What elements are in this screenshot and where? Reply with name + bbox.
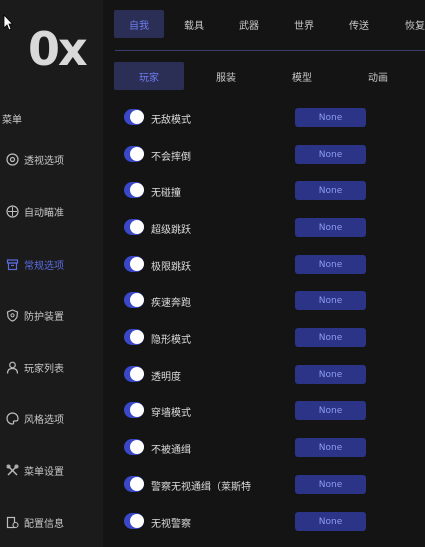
config-icon — [5, 515, 19, 529]
tab-self[interactable]: 自我 — [114, 10, 164, 38]
toggle-switch[interactable] — [124, 366, 144, 382]
option-label: 不会摔倒 — [151, 152, 191, 163]
tools-icon — [5, 463, 19, 477]
toggle-switch[interactable] — [124, 146, 144, 162]
user-icon — [5, 360, 19, 374]
hotkey-select[interactable]: None — [295, 365, 366, 384]
sidebar-item-config[interactable]: 配置信息 — [0, 507, 103, 537]
sidebar-title: 菜单 — [2, 115, 22, 126]
toggle-switch[interactable] — [124, 439, 144, 455]
toggle-switch[interactable] — [124, 292, 144, 308]
sidebar-item-general[interactable]: 常规选项 — [0, 249, 103, 279]
crosshair-icon — [5, 204, 19, 218]
sidebar-item-esp[interactable]: 透视选项 — [0, 144, 103, 174]
option-label: 穿墙模式 — [151, 408, 191, 419]
sidebar-item-protection[interactable]: 防护装置 — [0, 300, 103, 330]
toggle-switch[interactable] — [124, 109, 144, 125]
hotkey-select[interactable]: None — [295, 328, 366, 347]
hotkey-select[interactable]: None — [295, 145, 366, 164]
option-label: 无碰撞 — [151, 188, 181, 199]
option-row: 极限跳跃 None — [103, 254, 425, 276]
tab-vehicle[interactable]: 载具 — [169, 10, 219, 38]
toggle-switch[interactable] — [124, 256, 144, 272]
eye-icon — [5, 152, 19, 166]
option-label: 隐形模式 — [151, 335, 191, 346]
option-label: 极限跳跃 — [151, 262, 191, 273]
main-panel: 自我 载具 武器 世界 传送 恢复 玩家 服装 模型 动画 无敌模式 None … — [103, 0, 425, 547]
sidebar-item-label: 玩家列表 — [24, 363, 64, 375]
subtab-model[interactable]: 模型 — [267, 62, 337, 90]
toggle-switch[interactable] — [124, 513, 144, 529]
toggle-switch[interactable] — [124, 402, 144, 418]
option-row: 疾速奔跑 None — [103, 290, 425, 312]
archive-icon — [5, 257, 19, 271]
tab-teleport[interactable]: 传送 — [334, 10, 384, 38]
subtab-outfit[interactable]: 服装 — [191, 62, 261, 90]
sidebar-item-label: 风格选项 — [24, 414, 64, 426]
option-label: 不被通缉 — [151, 445, 191, 456]
hotkey-select[interactable]: None — [295, 218, 366, 237]
option-label: 透明度 — [151, 372, 181, 383]
hotkey-select[interactable]: None — [295, 291, 366, 310]
sidebar: 0x 菜单 透视选项 自动瞄准 常规选项 防护装置 玩家列表 风格选项 菜单设置… — [0, 0, 103, 547]
option-row: 穿墙模式 None — [103, 400, 425, 422]
hotkey-select[interactable]: None — [295, 181, 366, 200]
hotkey-select[interactable]: None — [295, 401, 366, 420]
option-row: 不被通缉 None — [103, 437, 425, 459]
sidebar-item-label: 防护装置 — [24, 311, 64, 323]
hotkey-select[interactable]: None — [295, 438, 366, 457]
option-row: 透明度 None — [103, 364, 425, 386]
sidebar-item-aimbot[interactable]: 自动瞄准 — [0, 196, 103, 226]
tab-world[interactable]: 世界 — [279, 10, 329, 38]
subtab-player[interactable]: 玩家 — [114, 62, 184, 90]
hotkey-select[interactable]: None — [295, 108, 366, 127]
option-row: 隐形模式 None — [103, 327, 425, 349]
toggle-switch[interactable] — [124, 182, 144, 198]
hotkey-select[interactable]: None — [295, 255, 366, 274]
tab-weapon[interactable]: 武器 — [224, 10, 274, 38]
toggle-switch[interactable] — [124, 219, 144, 235]
mouse-cursor-icon — [3, 14, 13, 31]
option-label: 超级跳跃 — [151, 225, 191, 236]
option-label: 无视警察 — [151, 519, 191, 530]
sidebar-item-label: 菜单设置 — [24, 466, 64, 478]
hotkey-select[interactable]: None — [295, 512, 366, 531]
tab-divider — [115, 50, 425, 51]
sidebar-item-label: 自动瞄准 — [24, 207, 64, 219]
shield-icon — [5, 308, 19, 322]
palette-icon — [5, 411, 19, 425]
sidebar-item-label: 常规选项 — [24, 260, 64, 272]
option-row: 无视警察 None — [103, 511, 425, 533]
toggle-switch[interactable] — [124, 476, 144, 492]
sidebar-item-players[interactable]: 玩家列表 — [0, 352, 103, 382]
option-label: 警察无视通缉（莱斯特 — [151, 482, 251, 493]
option-row: 不会摔倒 None — [103, 144, 425, 166]
subtab-animation[interactable]: 动画 — [343, 62, 413, 90]
option-row: 无碰撞 None — [103, 180, 425, 202]
option-row: 警察无视通缉（莱斯特 None — [103, 474, 425, 496]
toggle-switch[interactable] — [124, 329, 144, 345]
sidebar-item-style[interactable]: 风格选项 — [0, 403, 103, 433]
sidebar-item-label: 透视选项 — [24, 155, 64, 167]
option-row: 无敌模式 None — [103, 107, 425, 129]
hotkey-select[interactable]: None — [295, 475, 366, 494]
option-row: 超级跳跃 None — [103, 217, 425, 239]
tab-recovery[interactable]: 恢复 — [389, 10, 425, 38]
sidebar-item-menu-settings[interactable]: 菜单设置 — [0, 455, 103, 485]
option-label: 疾速奔跑 — [151, 298, 191, 309]
app-logo: 0x — [28, 22, 88, 76]
sidebar-item-label: 配置信息 — [24, 518, 64, 530]
option-label: 无敌模式 — [151, 115, 191, 126]
